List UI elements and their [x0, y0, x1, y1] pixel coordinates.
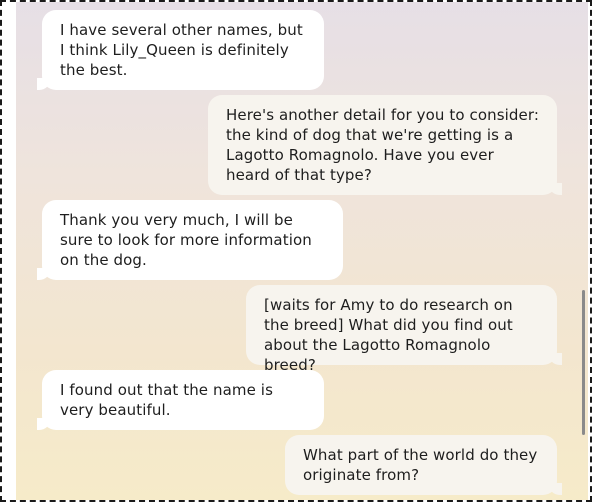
message-bubble-sent: Here's another detail for you to conside…	[208, 95, 562, 195]
message-text: Here's another detail for you to conside…	[226, 106, 540, 184]
message-text: [waits for Amy to do research on the bre…	[264, 296, 513, 374]
message-bubble-received: I found out that the name is very beauti…	[37, 370, 324, 430]
message-bubble-received: I have several other names, but I think …	[37, 10, 324, 90]
message-text: I have several other names, but I think …	[60, 21, 303, 79]
message-text: What part of the world do they originate…	[303, 446, 538, 484]
message-bubble-sent: [waits for Amy to do research on the bre…	[246, 285, 562, 374]
message-text: I found out that the name is very beauti…	[60, 381, 273, 419]
message-bubble-sent: What part of the world do they originate…	[285, 435, 562, 495]
chat-transcript[interactable]: I have several other names, but I think …	[16, 2, 588, 500]
message-text: Thank you very much, I will be sure to l…	[60, 211, 312, 269]
chat-frame: I have several other names, but I think …	[0, 0, 592, 502]
scrollbar-thumb[interactable]	[582, 290, 585, 435]
message-bubble-received: Thank you very much, I will be sure to l…	[37, 200, 343, 280]
